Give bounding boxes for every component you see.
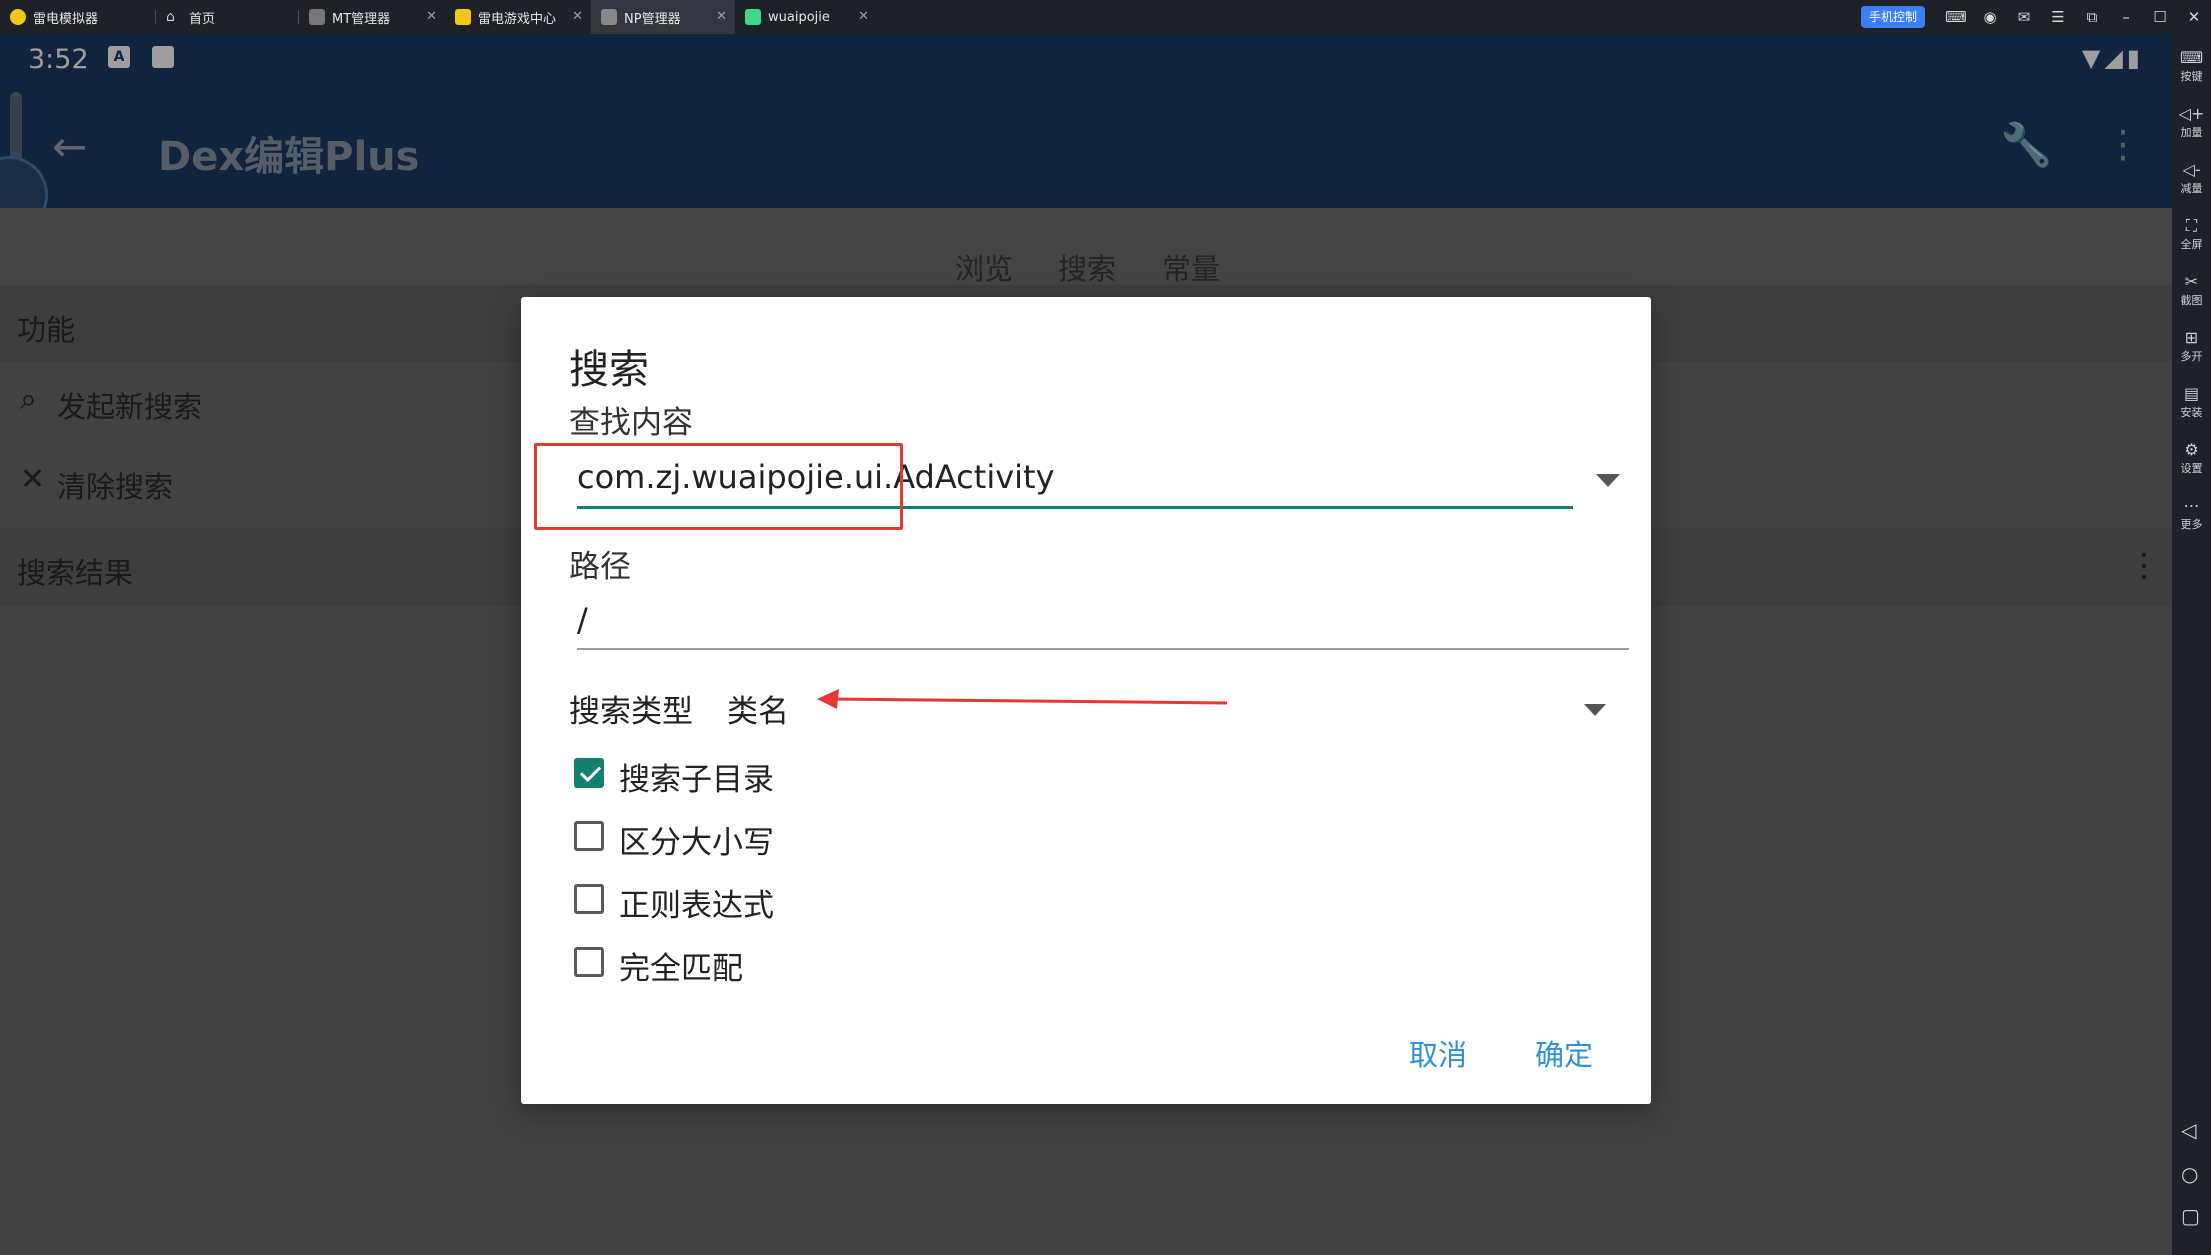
option-label: 区分大小写: [619, 825, 774, 861]
phone-control-button[interactable]: 手机控制: [1860, 6, 1925, 28]
menu-icon[interactable]: ☰: [2041, 8, 2075, 26]
path-label: 路径: [569, 549, 631, 585]
close-icon[interactable]: ✕: [572, 9, 583, 24]
tab-ldplayer[interactable]: 雷电模拟器: [0, 0, 150, 34]
more-icon: ⋯: [2183, 496, 2200, 515]
emulator-title-bar: 雷电模拟器 ⌂ 首页 MT管理器 ✕ 雷电游戏中心 ✕ NP管理器 ✕ wuai…: [0, 0, 2211, 34]
ldplayer-logo-icon: [10, 9, 26, 25]
sidebar-install-apk[interactable]: ▤ 安装: [2172, 384, 2211, 420]
option-label: 完全匹配: [619, 951, 743, 987]
apk-install-icon: ▤: [2183, 384, 2200, 403]
sidebar-screenshot[interactable]: ✂ 截图: [2172, 272, 2211, 308]
keyboard-icon: ⌨: [2179, 48, 2204, 67]
close-icon[interactable]: ✕: [426, 9, 437, 24]
tab-label: 雷电游戏中心: [478, 11, 557, 27]
sidebar-label: 多开: [2180, 350, 2203, 363]
sidebar-label: 更多: [2180, 518, 2203, 531]
tab-wuaipojie[interactable]: wuaipojie ✕: [735, 0, 877, 34]
tab-label: 首页: [189, 11, 216, 27]
volume-down-icon: ◁-: [2182, 160, 2201, 179]
checkbox-checked[interactable]: [574, 758, 604, 788]
sidebar-label: 按键: [2180, 70, 2203, 83]
mt-manager-icon: [309, 9, 325, 25]
sidebar-label: 加量: [2180, 126, 2203, 139]
sidebar-volume-down[interactable]: ◁- 减量: [2172, 160, 2211, 196]
multi-instance-icon: ⊞: [2184, 328, 2199, 347]
mail-icon[interactable]: ✉: [2007, 8, 2041, 26]
fullscreen-icon: ⛶: [2185, 216, 2198, 235]
search-type-select[interactable]: 类名: [727, 686, 789, 731]
annotation-highlight-box: [534, 443, 903, 530]
tab-label: NP管理器: [624, 11, 681, 27]
sidebar-label: 安装: [2180, 406, 2203, 419]
settings-icon: ⚙: [2184, 440, 2199, 459]
restore-icon[interactable]: ⧉: [2075, 8, 2109, 26]
tab-game-center[interactable]: 雷电游戏中心 ✕: [445, 0, 591, 34]
close-window-icon[interactable]: ✕: [2177, 8, 2211, 26]
sidebar-keymap[interactable]: ⌨ 按键: [2172, 48, 2211, 84]
window-controls: 手机控制 ⌨ ◉ ✉ ☰ ⧉ – ☐ ✕: [1860, 0, 2211, 34]
sidebar-volume-up[interactable]: ◁+ 加量: [2172, 104, 2211, 140]
emulator-sidebar: ⌨ 按键 ◁+ 加量 ◁- 减量 ⛶ 全屏 ✂ 截图 ⊞ 多开 ▤ 安装 ⚙ 设…: [2172, 34, 2211, 1255]
search-type-label: 搜索类型: [569, 694, 693, 730]
maximize-icon[interactable]: ☐: [2143, 8, 2177, 26]
tab-mt-manager[interactable]: MT管理器 ✕: [299, 0, 445, 34]
tab-label: 雷电模拟器: [33, 11, 99, 27]
tab-label: wuaipojie: [768, 9, 830, 25]
sidebar-more[interactable]: ⋯ 更多: [2172, 496, 2211, 532]
cancel-button[interactable]: 取消: [1409, 1032, 1467, 1074]
gamepad-icon[interactable]: ⌨: [1939, 8, 1973, 26]
account-icon[interactable]: ◉: [1973, 8, 2007, 26]
dialog-title: 搜索: [569, 347, 649, 393]
sidebar-label: 设置: [2180, 462, 2203, 475]
sidebar-fullscreen[interactable]: ⛶ 全屏: [2172, 216, 2211, 252]
home-icon: ⌂: [166, 9, 175, 25]
path-input[interactable]: /: [577, 601, 588, 639]
sidebar-label: 截图: [2180, 294, 2203, 307]
checkbox-unchecked[interactable]: [574, 884, 604, 914]
option-label: 正则表达式: [619, 888, 774, 924]
close-icon[interactable]: ✕: [858, 9, 869, 24]
nav-home-icon[interactable]: ○: [2181, 1162, 2198, 1186]
android-screen: 3:52 A ▼◢▮ ← Dex编辑Plus 🔧 ⋮ 浏览 搜索 常量 功能 ⌕…: [0, 34, 2172, 1255]
np-manager-icon: [601, 9, 617, 25]
minimize-icon[interactable]: –: [2109, 8, 2143, 26]
search-dialog: 搜索 查找内容 com.zj.wuaipojie.ui.AdActivity 路…: [521, 297, 1651, 1104]
checkbox-unchecked[interactable]: [574, 947, 604, 977]
game-center-icon: [455, 9, 471, 25]
sidebar-label: 全屏: [2180, 238, 2203, 251]
confirm-button[interactable]: 确定: [1535, 1032, 1593, 1074]
volume-up-icon: ◁+: [2178, 104, 2205, 123]
nav-back-icon[interactable]: ◁: [2181, 1118, 2196, 1142]
sidebar-settings[interactable]: ⚙ 设置: [2172, 440, 2211, 476]
tab-label: MT管理器: [332, 11, 391, 27]
tab-np-manager[interactable]: NP管理器 ✕: [591, 0, 735, 34]
find-history-dropdown-icon[interactable]: [1596, 474, 1620, 487]
close-icon[interactable]: ✕: [716, 9, 727, 24]
scissors-icon: ✂: [2184, 272, 2199, 291]
option-label: 搜索子目录: [619, 762, 774, 798]
android-app-icon: [745, 9, 761, 25]
find-label: 查找内容: [569, 405, 693, 441]
sidebar-multi-instance[interactable]: ⊞ 多开: [2172, 328, 2211, 364]
checkbox-unchecked[interactable]: [574, 821, 604, 851]
path-input-underline: [577, 648, 1629, 650]
tab-home[interactable]: ⌂ 首页: [156, 0, 298, 34]
search-type-dropdown-icon[interactable]: [1584, 704, 1606, 716]
sidebar-label: 减量: [2180, 182, 2203, 195]
nav-recents-icon[interactable]: ▢: [2181, 1204, 2200, 1228]
annotation-arrow: [817, 689, 1228, 709]
